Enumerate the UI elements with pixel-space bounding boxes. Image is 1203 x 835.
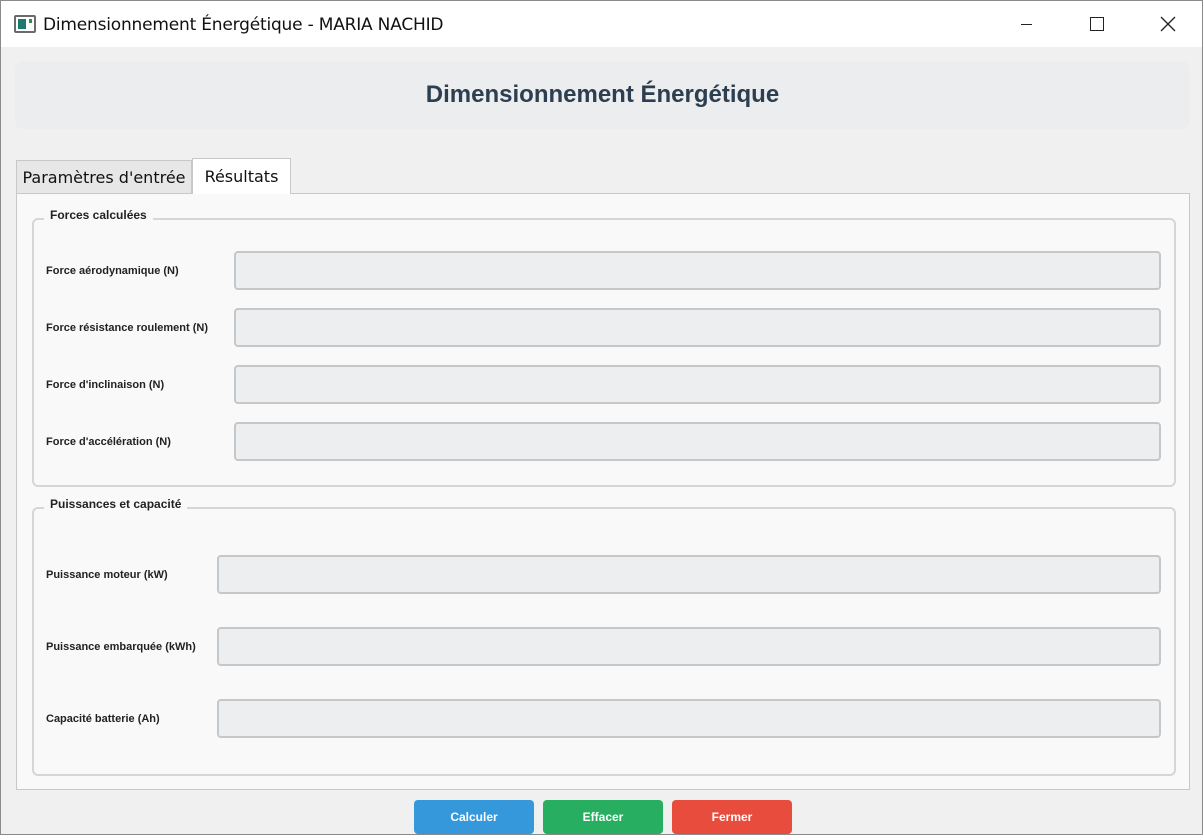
maximize-icon — [1090, 17, 1104, 31]
force-acceleration-field[interactable] — [234, 422, 1161, 461]
capacite-batterie-field[interactable] — [217, 699, 1161, 738]
calculate-button[interactable]: Calculer — [414, 800, 534, 834]
power-group-title: Puissances et capacité — [44, 497, 188, 511]
puissance-moteur-field[interactable] — [217, 555, 1161, 594]
app-icon — [14, 15, 36, 33]
close-button[interactable]: Fermer — [672, 800, 792, 834]
tab-parametres-entree[interactable]: Paramètres d'entrée — [16, 160, 192, 193]
power-group: Puissances et capacité Puissance moteur … — [32, 497, 1176, 776]
header-banner: Dimensionnement Énergétique — [15, 61, 1190, 129]
clear-button[interactable]: Effacer — [543, 800, 663, 834]
maximize-button[interactable] — [1062, 1, 1132, 47]
force-inclinaison-field[interactable] — [234, 365, 1161, 404]
minimize-button[interactable] — [991, 1, 1061, 47]
puissance-embarquee-field[interactable] — [217, 627, 1161, 666]
puissance-embarquee-label: Puissance embarquée (kWh) — [46, 641, 196, 653]
force-roulement-field[interactable] — [234, 308, 1161, 347]
page-title: Dimensionnement Énergétique — [425, 81, 780, 108]
title-bar: Dimensionnement Énergétique - MARIA NACH… — [1, 1, 1202, 47]
forces-group-title: Forces calculées — [44, 208, 153, 222]
app-window: Dimensionnement Énergétique - MARIA NACH… — [0, 0, 1203, 835]
close-icon — [1160, 16, 1176, 32]
tab-resultats[interactable]: Résultats — [192, 158, 291, 194]
force-inclinaison-label: Force d'inclinaison (N) — [46, 379, 165, 391]
force-roulement-label: Force résistance roulement (N) — [46, 322, 208, 334]
window-title: Dimensionnement Énergétique - MARIA NACH… — [43, 15, 444, 35]
force-aero-label: Force aérodynamique (N) — [46, 265, 179, 277]
forces-group: Forces calculées Force aérodynamique (N)… — [32, 208, 1176, 487]
capacite-batterie-label: Capacité batterie (Ah) — [46, 713, 160, 725]
minimize-icon — [1020, 23, 1032, 25]
close-window-button[interactable] — [1133, 1, 1202, 47]
puissance-moteur-label: Puissance moteur (kW) — [46, 569, 168, 581]
force-acceleration-label: Force d'accélération (N) — [46, 436, 171, 448]
force-aero-field[interactable] — [234, 251, 1161, 290]
results-panel: Forces calculées Force aérodynamique (N)… — [16, 193, 1190, 790]
